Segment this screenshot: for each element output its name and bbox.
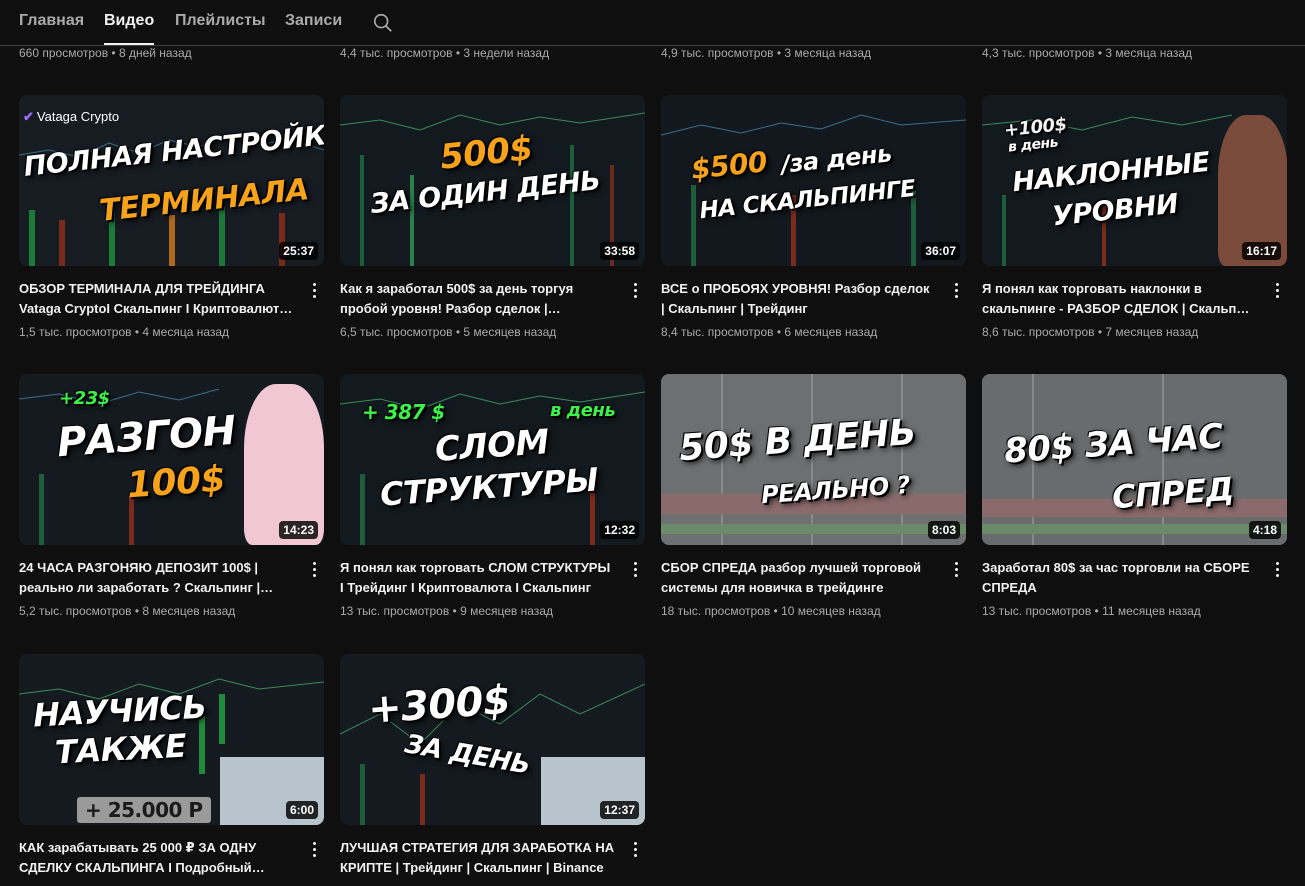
video-meta: 13 тыс. просмотров • 11 месяцев назад: [982, 604, 1201, 618]
duration-badge: 25:37: [279, 242, 318, 260]
duration-badge: 12:37: [600, 801, 639, 819]
video-meta: 660 просмотров • 8 дней назад: [19, 46, 192, 60]
video-title[interactable]: Как я заработал 500$ за день торгуя проб…: [340, 279, 615, 319]
video-title[interactable]: ОБЗОР ТЕРМИНАЛА ДЛЯ ТРЕЙДИНГА Vataga Cry…: [19, 279, 294, 319]
video-title[interactable]: Я понял как торговать СЛОМ СТРУКТУРЫ I Т…: [340, 558, 615, 598]
duration-badge: 12:32: [600, 521, 639, 539]
more-options-icon[interactable]: [627, 840, 643, 860]
duration-badge: 16:17: [1242, 242, 1281, 260]
video-title[interactable]: ВСЕ о ПРОБОЯХ УРОВНЯ! Разбор сделок | Ск…: [661, 279, 936, 319]
thumbnail-text: в день: [550, 400, 616, 421]
video-meta: 4,3 тыс. просмотров • 3 месяца назад: [982, 46, 1193, 60]
video-thumbnail[interactable]: 500$ ЗА ОДИН ДЕНЬ 33:58: [340, 95, 645, 266]
video-thumbnail[interactable]: НАУЧИСЬ ТАКЖЕ + 25.000 Р 6:00: [19, 654, 324, 825]
more-options-icon[interactable]: [948, 281, 964, 301]
video-card[interactable]: +23$ РАЗГОН 100$ 14:23 24 ЧАСА РАЗГОНЯЮ …: [19, 374, 324, 634]
tab-posts[interactable]: Записи: [285, 12, 342, 45]
video-thumbnail[interactable]: 50$ В ДЕНЬ РЕАЛЬНО ? 8:03: [661, 374, 966, 545]
video-thumbnail[interactable]: +100$ в день НАКЛОННЫЕ УРОВНИ 16:17: [982, 95, 1287, 266]
video-thumbnail[interactable]: +23$ РАЗГОН 100$ 14:23: [19, 374, 324, 545]
video-title[interactable]: 24 ЧАСА РАЗГОНЯЮ ДЕПОЗИТ 100$ | реально …: [19, 558, 294, 598]
more-options-icon[interactable]: [306, 281, 322, 301]
video-thumbnail[interactable]: ✔ Vataga Crypto ПОЛНАЯ НАСТРОЙКА ТЕРМИНАЛ…: [19, 95, 324, 266]
tab-home[interactable]: Главная: [19, 12, 84, 45]
thumbnail-text: + 387 $: [362, 400, 445, 424]
video-card[interactable]: 80$ ЗА ЧАС СПРЕД 4:18 Заработал 80$ за ч…: [982, 374, 1287, 634]
video-card[interactable]: 50$ В ДЕНЬ РЕАЛЬНО ? 8:03 СБОР СПРЕДА ра…: [661, 374, 966, 634]
video-title[interactable]: Заработал 80$ за час торговли на СБОРЕ С…: [982, 558, 1257, 598]
video-meta: 4,9 тыс. просмотров • 3 месяца назад: [661, 46, 872, 60]
thumbnail-text: СЛОМ: [433, 422, 551, 470]
duration-badge: 6:00: [285, 801, 318, 819]
duration-badge: 33:58: [600, 242, 639, 260]
more-options-icon[interactable]: [627, 281, 643, 301]
video-thumbnail[interactable]: 80$ ЗА ЧАС СПРЕД 4:18: [982, 374, 1287, 545]
more-options-icon[interactable]: [1269, 560, 1285, 580]
video-card[interactable]: + 387 $ в день СЛОМ СТРУКТУРЫ 12:32 Я по…: [340, 374, 645, 634]
more-options-icon[interactable]: [627, 560, 643, 580]
video-meta: 4,4 тыс. просмотров • 3 недели назад: [340, 46, 550, 60]
channel-logo: ✔ Vataga Crypto: [23, 109, 120, 124]
video-meta: 6,5 тыс. просмотров • 5 месяцев назад: [340, 325, 557, 339]
tab-videos[interactable]: Видео: [104, 12, 155, 45]
video-card[interactable]: $500 /за день НА СКАЛЬПИНГЕ 36:07 ВСЕ о …: [661, 95, 966, 355]
video-meta: 18 тыс. просмотров • 10 месяцев назад: [661, 604, 881, 618]
duration-badge: 4:18: [1248, 521, 1281, 539]
duration-badge: 8:03: [927, 521, 960, 539]
video-title[interactable]: Я понял как торговать наклонки в скальпи…: [982, 279, 1257, 319]
video-title[interactable]: КАК зарабатывать 25 000 ₽ ЗА ОДНУ СДЕЛКУ…: [19, 838, 294, 878]
video-meta: 8,4 тыс. просмотров • 6 месяцев назад: [661, 325, 878, 339]
video-meta: 5,2 тыс. просмотров • 8 месяцев назад: [19, 604, 236, 618]
duration-badge: 14:23: [279, 521, 318, 539]
video-meta: 13 тыс. просмотров • 9 месяцев назад: [340, 604, 553, 618]
more-options-icon[interactable]: [948, 560, 964, 580]
video-title[interactable]: СБОР СПРЕДА разбор лучшей торговой систе…: [661, 558, 936, 598]
duration-badge: 36:07: [921, 242, 960, 260]
channel-tabs: Главная Видео Плейлисты Записи: [0, 0, 1305, 46]
video-card[interactable]: +300$ ЗА ДЕНЬ 12:37 ЛУЧШАЯ СТРАТЕГИЯ ДЛЯ…: [340, 654, 645, 886]
video-card[interactable]: ✔ Vataga Crypto ПОЛНАЯ НАСТРОЙКА ТЕРМИНАЛ…: [19, 95, 324, 355]
search-icon[interactable]: [372, 12, 394, 34]
video-thumbnail[interactable]: + 387 $ в день СЛОМ СТРУКТУРЫ 12:32: [340, 374, 645, 545]
thumbnail-text: + 25.000 Р: [77, 797, 211, 823]
video-title[interactable]: ЛУЧШАЯ СТРАТЕГИЯ ДЛЯ ЗАРАБОТКА НА КРИПТЕ…: [340, 838, 615, 878]
video-thumbnail[interactable]: $500 /за день НА СКАЛЬПИНГЕ 36:07: [661, 95, 966, 266]
thumbnail-text: 100$: [125, 458, 227, 507]
tab-playlists[interactable]: Плейлисты: [175, 12, 266, 45]
video-card[interactable]: НАУЧИСЬ ТАКЖЕ + 25.000 Р 6:00 КАК зараба…: [19, 654, 324, 886]
thumbnail-text: +23$: [59, 388, 110, 409]
more-options-icon[interactable]: [306, 840, 322, 860]
video-meta: 8,6 тыс. просмотров • 7 месяцев назад: [982, 325, 1199, 339]
video-card[interactable]: +100$ в день НАКЛОННЫЕ УРОВНИ 16:17 Я по…: [982, 95, 1287, 355]
video-thumbnail[interactable]: +300$ ЗА ДЕНЬ 12:37: [340, 654, 645, 825]
video-meta: 1,5 тыс. просмотров • 4 месяца назад: [19, 325, 230, 339]
more-options-icon[interactable]: [306, 560, 322, 580]
thumbnail-text: ТАКЖЕ: [54, 726, 188, 772]
more-options-icon[interactable]: [1269, 281, 1285, 301]
video-card[interactable]: 500$ ЗА ОДИН ДЕНЬ 33:58 Как я заработал …: [340, 95, 645, 355]
